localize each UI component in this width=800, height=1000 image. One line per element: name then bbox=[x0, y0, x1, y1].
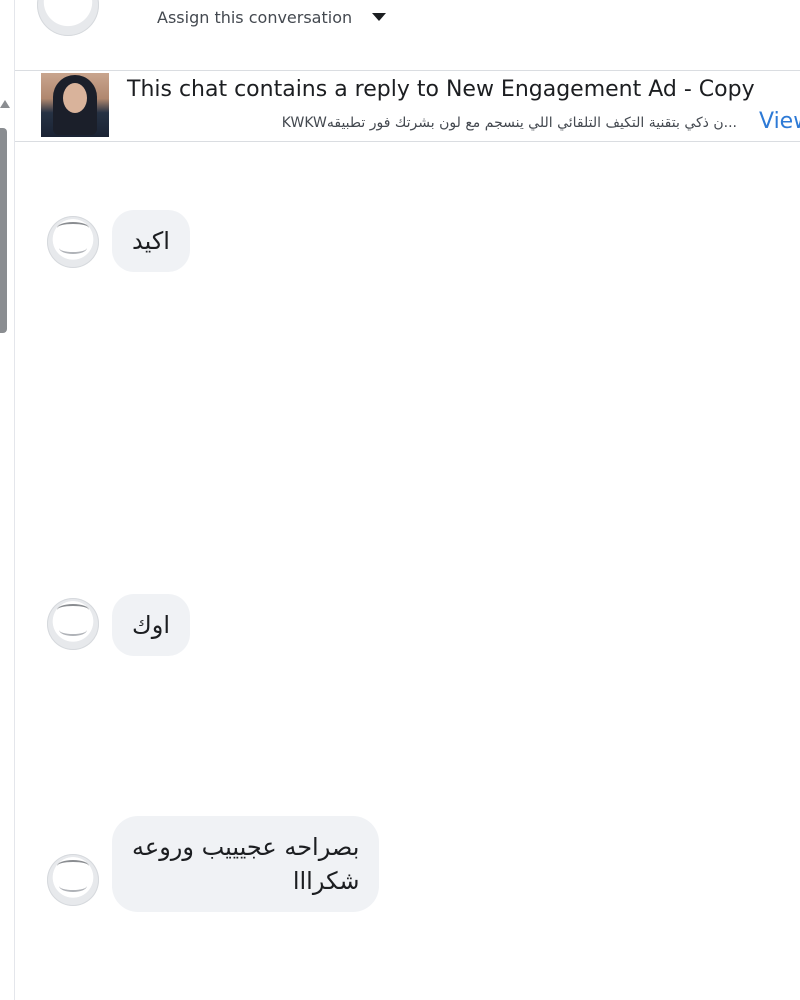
message-row: اوك bbox=[15, 594, 800, 664]
message-line: بصراحه عجيييب وروعه bbox=[132, 833, 360, 861]
sender-avatar bbox=[47, 216, 99, 268]
message-bubble: اوك bbox=[112, 594, 191, 656]
ad-reply-banner: This chat contains a reply to New Engage… bbox=[15, 70, 800, 142]
sender-avatar bbox=[47, 598, 99, 650]
scrollbar-handle[interactable] bbox=[0, 128, 7, 333]
ad-banner-title: This chat contains a reply to New Engage… bbox=[127, 77, 755, 102]
message-row: اكيد bbox=[15, 210, 800, 280]
contact-avatar bbox=[37, 0, 99, 36]
view-ad-link[interactable]: View bbox=[759, 109, 800, 134]
assign-bar: Assign this conversation bbox=[15, 0, 800, 70]
ad-preview-text: ...ن ذكي بتقنية التكيف التلقائي اللي ينس… bbox=[281, 115, 737, 131]
assign-conversation-label: Assign this conversation bbox=[157, 7, 353, 27]
ad-thumbnail[interactable] bbox=[41, 73, 109, 137]
assign-conversation-dropdown[interactable]: Assign this conversation bbox=[143, 0, 400, 34]
chevron-down-icon bbox=[372, 13, 387, 21]
left-rail bbox=[0, 0, 15, 1000]
message-line: شكرااا bbox=[292, 867, 360, 895]
message-bubble: اكيد bbox=[112, 210, 190, 272]
sender-avatar bbox=[47, 854, 99, 906]
scroll-up-arrow-icon[interactable] bbox=[0, 100, 10, 108]
message-row: بصراحه عجيييب وروعه شكرااا bbox=[15, 816, 800, 916]
message-bubble: بصراحه عجيييب وروعه شكرااا bbox=[112, 816, 380, 912]
